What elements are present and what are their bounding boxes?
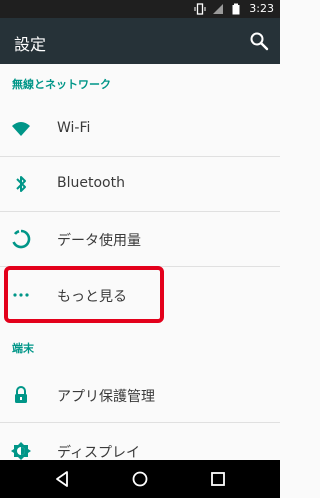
section-header-wireless: 無線とネットワーク <box>12 78 111 91</box>
list-item-label: Bluetooth <box>57 175 125 191</box>
signal-icon <box>213 4 223 14</box>
list-item-data-usage[interactable]: データ使用量 <box>0 212 280 266</box>
list-item-label: Wi-Fi <box>57 120 91 136</box>
back-icon[interactable] <box>52 469 72 489</box>
status-icons <box>194 3 242 15</box>
search-icon[interactable] <box>248 30 270 52</box>
divider <box>0 422 280 423</box>
navigation-bar <box>0 460 280 498</box>
page-title: 設定 <box>14 35 47 54</box>
list-item-bluetooth[interactable]: Bluetooth <box>0 157 280 211</box>
battery-icon <box>232 3 240 15</box>
app-bar: 設定 <box>0 18 280 64</box>
recent-apps-icon[interactable] <box>208 469 228 489</box>
list-item-wifi[interactable]: Wi-Fi <box>0 102 280 156</box>
list-item-label: データ使用量 <box>57 233 141 249</box>
status-bar: 3:23 <box>0 0 280 18</box>
brightness-icon <box>11 442 31 460</box>
wifi-icon <box>12 122 30 136</box>
lock-icon <box>15 386 27 403</box>
list-item-label: アプリ保護管理 <box>57 389 155 405</box>
vibrate-icon <box>194 3 206 15</box>
highlight-box <box>4 266 164 323</box>
bluetooth-icon <box>16 176 26 192</box>
data-usage-icon <box>12 229 31 249</box>
status-time: 3:23 <box>249 2 274 15</box>
list-item-label: ディスプレイ <box>57 445 141 461</box>
section-header-device: 端末 <box>12 342 34 355</box>
list-item-app-protection[interactable]: アプリ保護管理 <box>0 368 280 422</box>
home-icon[interactable] <box>130 469 150 489</box>
